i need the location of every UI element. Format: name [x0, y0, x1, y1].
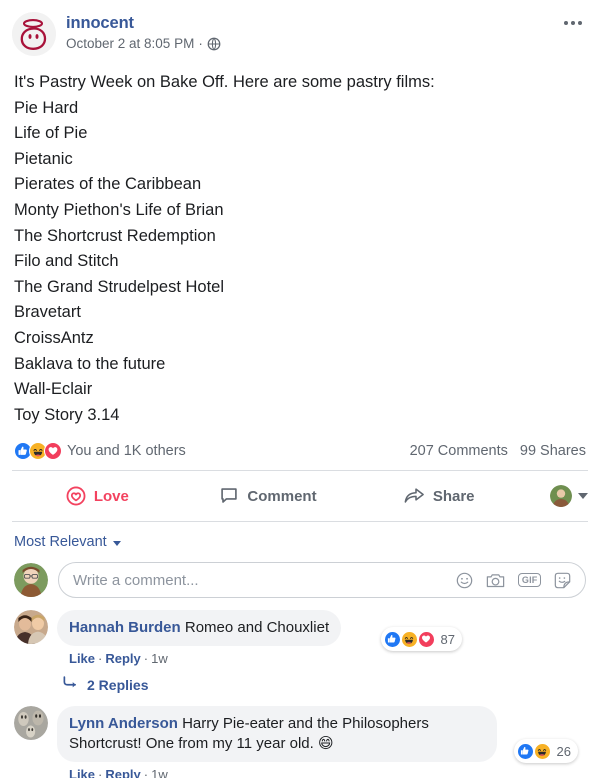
comment-body: Hannah Burden Romeo and Chouxliet Like·R…	[57, 610, 586, 666]
separator: ·	[98, 651, 102, 666]
share-button-label: Share	[433, 488, 475, 505]
camera-icon[interactable]	[486, 572, 505, 589]
post-line: The Grand Strudelpest Hotel	[14, 275, 586, 301]
comment-item: Hannah Burden Romeo and Chouxliet Like·R…	[0, 606, 600, 666]
comment-body: Lynn Anderson Harry Pie-eater and the Ph…	[57, 706, 586, 778]
comment-bubble: Hannah Burden Romeo and Chouxliet	[57, 610, 341, 646]
comment-composer: Write a comment... GIF	[0, 556, 600, 606]
post-line: Bravetart	[14, 300, 586, 326]
chevron-down-icon[interactable]	[578, 493, 588, 499]
comment-actions: Like·Reply·1w	[57, 646, 586, 666]
comment-bubble-icon	[219, 486, 239, 506]
share-button[interactable]: Share	[353, 477, 524, 515]
post-line: Pierates of the Caribbean	[14, 172, 586, 198]
post-line: Toy Story 3.14	[14, 403, 586, 429]
comment-reaction-pill[interactable]: 26	[514, 739, 578, 763]
love-button-label: Love	[94, 488, 129, 505]
post-line: Life of Pie	[14, 121, 586, 147]
separator: ·	[144, 767, 148, 778]
comment-actions: Like·Reply·1w	[57, 762, 586, 778]
love-icon	[418, 631, 435, 648]
view-replies-row[interactable]: 2 Replies	[0, 666, 600, 694]
comment-avatar[interactable]	[14, 610, 48, 644]
page-name[interactable]: innocent	[66, 13, 221, 33]
meta-separator: ·	[198, 35, 203, 53]
separator: ·	[144, 651, 148, 666]
post-line: CroissAntz	[14, 326, 586, 352]
reaction-count: 87	[441, 632, 455, 647]
love-icon	[44, 442, 62, 460]
comment-reply-button[interactable]: Reply	[105, 651, 140, 666]
current-user-avatar[interactable]	[550, 485, 572, 507]
sticker-icon[interactable]	[554, 572, 571, 589]
globe-icon[interactable]	[207, 37, 221, 51]
comment-message: Romeo and Chouxliet	[185, 619, 329, 636]
dot	[564, 21, 568, 25]
facebook-post: innocent October 2 at 8:05 PM · It's Pas…	[0, 0, 600, 778]
page-avatar[interactable]	[12, 12, 56, 56]
post-line: It's Pastry Week on Bake Off. Here are s…	[14, 70, 586, 96]
haha-icon	[401, 631, 418, 648]
reactions-summary[interactable]: You and 1K others	[14, 442, 186, 460]
post-header: innocent October 2 at 8:05 PM ·	[0, 0, 600, 56]
engagement-summary: You and 1K others 207 Comments 99 Shares	[0, 428, 600, 470]
chevron-down-icon	[113, 541, 121, 546]
comment-author[interactable]: Lynn Anderson	[69, 715, 178, 732]
comment-placeholder: Write a comment...	[73, 572, 456, 589]
love-button[interactable]: Love	[12, 477, 183, 515]
like-icon	[384, 631, 401, 648]
comment-bubble: Lynn Anderson Harry Pie-eater and the Ph…	[57, 706, 497, 762]
post-line: Pie Hard	[14, 96, 586, 122]
reactors-label[interactable]: You and 1K others	[67, 443, 186, 459]
like-icon	[517, 743, 534, 760]
heart-icon	[66, 486, 86, 506]
comment-reaction-pill[interactable]: 87	[381, 627, 462, 651]
comment-input[interactable]: Write a comment... GIF	[58, 562, 586, 598]
comment-avatar[interactable]	[14, 706, 48, 740]
counts-right: 207 Comments 99 Shares	[410, 443, 586, 459]
share-arrow-icon	[403, 486, 425, 506]
separator: ·	[98, 767, 102, 778]
comment-author[interactable]: Hannah Burden	[69, 619, 181, 636]
comment-timestamp[interactable]: 1w	[151, 651, 168, 666]
comment-button-label: Comment	[247, 488, 316, 505]
comment-sort-selector[interactable]: Most Relevant	[0, 522, 600, 556]
action-bar: Love Comment Share	[0, 471, 600, 521]
comment-text: Lynn Anderson Harry Pie-eater and the Ph…	[69, 715, 429, 752]
post-line: Baklava to the future	[14, 352, 586, 378]
comment-timestamp[interactable]: 1w	[151, 767, 168, 778]
dot	[571, 21, 575, 25]
gif-icon[interactable]: GIF	[518, 573, 541, 587]
replies-label: 2 Replies	[87, 677, 148, 693]
share-audience-selector[interactable]	[524, 485, 588, 507]
comment-like-button[interactable]: Like	[69, 767, 95, 778]
comment-item: Lynn Anderson Harry Pie-eater and the Ph…	[0, 694, 600, 778]
composer-icons: GIF	[456, 572, 571, 589]
comment-text: Hannah Burden Romeo and Chouxliet	[69, 619, 329, 636]
comments-count[interactable]: 207 Comments	[410, 443, 508, 459]
composer-avatar[interactable]	[14, 563, 48, 597]
post-line: The Shortcrust Redemption	[14, 224, 586, 250]
post-message: It's Pastry Week on Bake Off. Here are s…	[0, 56, 600, 428]
reaction-icons	[14, 442, 59, 460]
more-options-icon[interactable]	[560, 13, 586, 33]
comment-button[interactable]: Comment	[183, 477, 354, 515]
dot	[578, 21, 582, 25]
post-line: Monty Piethon's Life of Brian	[14, 198, 586, 224]
post-meta: October 2 at 8:05 PM ·	[66, 35, 221, 53]
post-header-text: innocent October 2 at 8:05 PM ·	[66, 12, 221, 53]
shares-count[interactable]: 99 Shares	[520, 443, 586, 459]
post-line: Wall-Eclair	[14, 377, 586, 403]
comment-reply-button[interactable]: Reply	[105, 767, 140, 778]
post-timestamp[interactable]: October 2 at 8:05 PM	[66, 35, 194, 53]
emoji-icon[interactable]	[456, 572, 473, 589]
post-line: Pietanic	[14, 147, 586, 173]
reply-arrow-icon	[63, 676, 78, 694]
haha-icon	[534, 743, 551, 760]
post-line: Filo and Stitch	[14, 249, 586, 275]
sort-label: Most Relevant	[14, 534, 107, 550]
comment-like-button[interactable]: Like	[69, 651, 95, 666]
reaction-count: 26	[557, 744, 571, 759]
